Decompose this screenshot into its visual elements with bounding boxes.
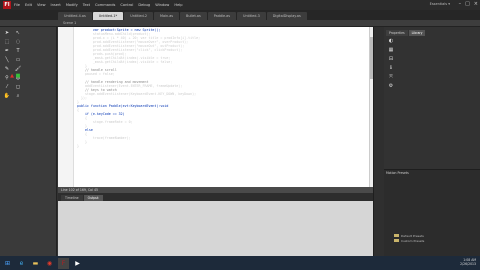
menu-view[interactable]: View [37, 3, 46, 7]
tab-library[interactable]: Library [408, 30, 426, 36]
menu-edit[interactable]: Edit [25, 3, 32, 7]
menu-file[interactable]: File [14, 3, 20, 7]
menu-insert[interactable]: Insert [51, 3, 61, 7]
windows-taskbar: ⊞ e ▬ ◉ F ▶ 1:08 AM 2/26/2013 [0, 256, 480, 270]
info-icon[interactable]: ℹ [386, 65, 396, 74]
code-area[interactable]: var product:Sprite = new Sprite(); statu… [77, 28, 369, 156]
right-panel-tabs: Properties Library [384, 30, 480, 36]
tab-properties[interactable]: Properties [386, 30, 408, 36]
motion-presets-panel: Motion Presets Default Presets Custom Pr… [384, 169, 480, 264]
list-item[interactable]: Custom Presets [394, 238, 424, 243]
tab-untitled-1[interactable]: Untitled-1* [92, 12, 124, 20]
ie-icon[interactable]: e [16, 258, 27, 269]
pencil-tool-icon[interactable]: ✎ [3, 66, 11, 72]
bottom-tabs: Timeline Output [58, 193, 373, 201]
components-icon[interactable]: ⚙ [386, 83, 396, 92]
tools-panel: ➤ ↖ ⬚ ◌ ✒ T ╲ ▭ ✎ 🖌 ⚲ ◍ ▲ ■ ⁄ ◻ ✋ ⌕ [0, 27, 57, 264]
tab-untitled-3[interactable]: Untitled-3 [236, 12, 266, 20]
scene-breadcrumb[interactable]: Scene 1 [63, 21, 76, 25]
text-tool-icon[interactable]: T [14, 48, 22, 54]
menu-control[interactable]: Control [120, 3, 133, 7]
system-clock[interactable]: 1:08 AM 2/26/2013 [460, 258, 476, 266]
swatches-icon[interactable]: ▦ [386, 47, 396, 56]
menu-help[interactable]: Help [174, 3, 182, 7]
hand-tool-icon[interactable]: ✋ [3, 93, 11, 99]
bottom-panel: Timeline Output [58, 193, 373, 264]
menu-bar: Fl File Edit View Insert Modify Text Com… [0, 0, 480, 10]
chrome-icon[interactable]: ◉ [44, 258, 55, 269]
collapsed-panel-strip [373, 27, 384, 264]
line-number-gutter [58, 27, 74, 187]
actionscript-editor[interactable]: var product:Sprite = new Sprite(); statu… [58, 27, 373, 187]
minimize-icon[interactable]: – [459, 1, 462, 7]
rectangle-tool-icon[interactable]: ▭ [14, 57, 22, 63]
preset-folder-list: Default Presets Custom Presets [394, 233, 424, 243]
tab-bullet-as[interactable]: Bullet.as [180, 12, 207, 20]
window-controls: – □ × [459, 1, 478, 7]
app-logo-icon: Fl [3, 1, 11, 9]
edit-bar: Scene 1 [0, 20, 480, 27]
align-icon[interactable]: ⊟ [386, 56, 396, 65]
zoom-tool-icon[interactable]: ⌕ [14, 93, 22, 99]
tab-untitled-2[interactable]: Untitled-2 [124, 12, 154, 20]
media-icon[interactable]: ▶ [72, 258, 83, 269]
panel-icon-column: ◐ ▦ ⊟ ℹ ⤧ ⚙ [386, 38, 396, 92]
menu-modify[interactable]: Modify [66, 3, 78, 7]
transform-icon[interactable]: ⤧ [386, 74, 396, 83]
maximize-icon[interactable]: □ [465, 1, 470, 7]
workspace-switcher[interactable]: Essentials ▾ [430, 2, 450, 6]
output-area[interactable] [58, 201, 373, 264]
tab-paddle-as[interactable]: Paddle.as [207, 12, 236, 20]
color-panel-icon[interactable]: ◐ [386, 38, 396, 47]
menu-window[interactable]: Window [155, 3, 169, 7]
line-tool-icon[interactable]: ╲ [3, 57, 11, 63]
eraser-icon[interactable]: ◻ [14, 84, 22, 90]
flash-window: Fl File Edit View Insert Modify Text Com… [0, 0, 480, 264]
document-tabs: Untitled-4.as Untitled-1* Untitled-2 Mai… [0, 10, 480, 20]
flash-taskbar-icon[interactable]: F [58, 257, 69, 269]
menu-commands[interactable]: Commands [95, 3, 115, 7]
explorer-icon[interactable]: ▬ [30, 258, 41, 269]
menu-debug[interactable]: Debug [138, 3, 150, 7]
start-button-icon[interactable]: ⊞ [2, 258, 13, 269]
folder-icon [394, 234, 399, 237]
pen-tool-icon[interactable]: ✒ [3, 48, 11, 54]
free-transform-icon[interactable]: ⬚ [3, 39, 11, 45]
lasso-tool-icon[interactable]: ◌ [14, 39, 22, 45]
tab-untitled-4-as[interactable]: Untitled-4.as [58, 12, 92, 20]
brush-tool-icon[interactable]: 🖌 [14, 66, 22, 72]
menu-text[interactable]: Text [83, 3, 90, 7]
tab-digitaldisplay-as[interactable]: DigitalDisplay.as [266, 12, 307, 20]
folder-icon [394, 239, 399, 242]
subselection-tool-icon[interactable]: ↖ [14, 30, 22, 36]
motion-presets-title: Motion Presets [386, 171, 409, 175]
eyedropper-icon[interactable]: ⁄ [3, 84, 11, 90]
tab-main-as[interactable]: Main.as [154, 12, 180, 20]
selection-tool-icon[interactable]: ➤ [3, 30, 11, 36]
fill-color-icon[interactable]: ■ [14, 73, 22, 79]
right-panel: Properties Library ◐ ▦ ⊟ ℹ ⤧ ⚙ Motion Pr… [384, 27, 480, 264]
close-icon[interactable]: × [474, 1, 478, 7]
